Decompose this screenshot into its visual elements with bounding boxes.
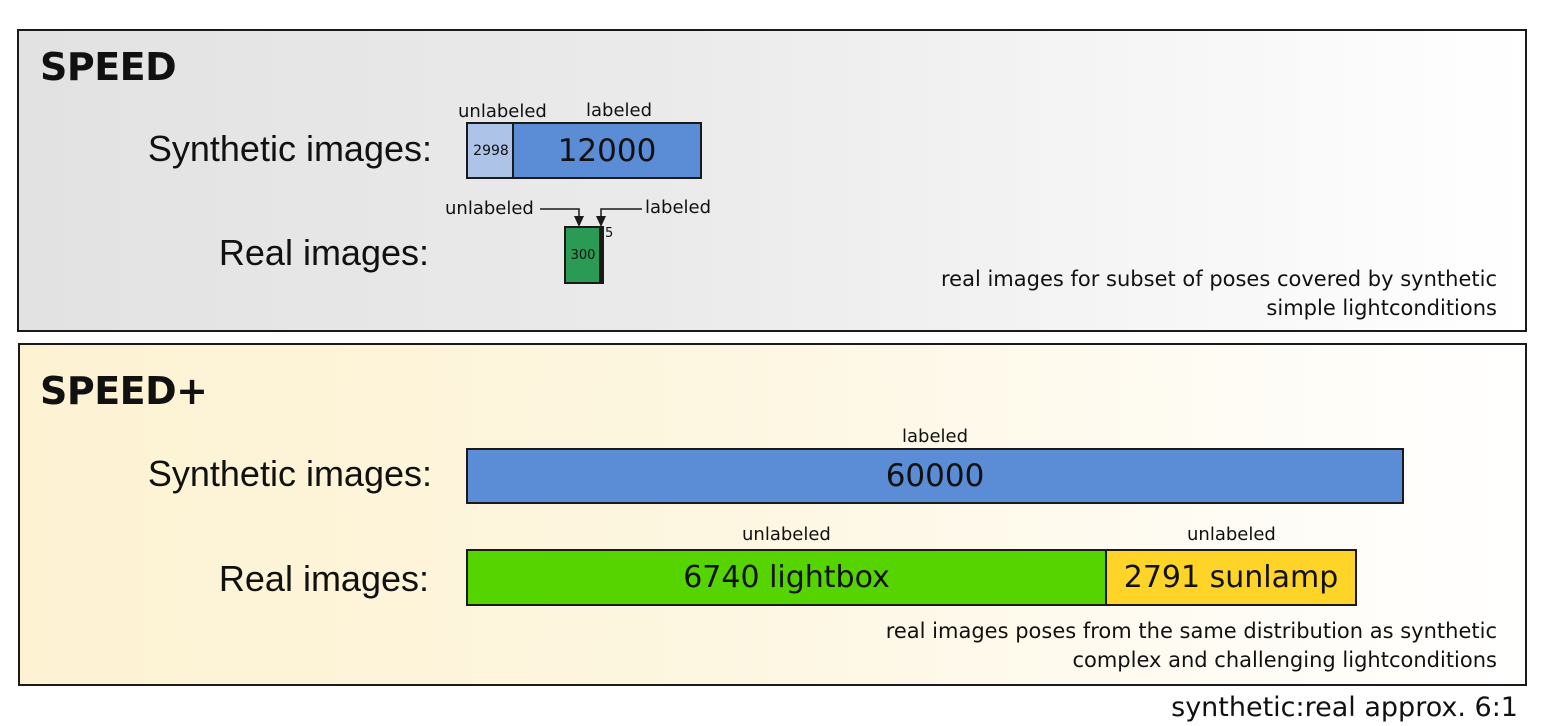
speedplus-real-label: Real images:	[218, 558, 429, 599]
speedplus-lightbox-bar: 6740 lightbox	[466, 549, 1107, 606]
speedplus-lightbox-value: 6740 lightbox	[683, 560, 890, 595]
speedplus-synthetic-value: 60000	[885, 458, 985, 494]
speedplus-title: SPEED+	[40, 369, 208, 413]
speed-real-labeled-value: 5	[605, 226, 614, 241]
speed-note: real images for subset of poses covered …	[941, 265, 1497, 323]
speed-real-labeled-bar	[599, 226, 604, 284]
speedplus-sunlamp-bar: 2791 sunlamp	[1105, 549, 1357, 606]
speedplus-lightbox-caption: unlabeled	[742, 524, 831, 545]
labeled-arrow	[600, 208, 642, 220]
speedplus-note: real images poses from the same distribu…	[886, 617, 1497, 675]
speedplus-synthetic-caption: labeled	[902, 426, 969, 447]
speedplus-synthetic-label: Synthetic images:	[147, 453, 432, 494]
speed-real-unlabeled-bar: 300	[564, 226, 602, 284]
speedplus-note-line1: real images poses from the same distribu…	[885, 619, 1497, 643]
speed-real-unlabeled-value: 300	[570, 247, 596, 263]
speedplus-sunlamp-value: 2791 sunlamp	[1123, 560, 1339, 595]
speedplus-note-line2: complex and challenging lightconditions	[1072, 648, 1497, 672]
speedplus-synthetic-bar: 60000	[466, 448, 1404, 504]
speedplus-sunlamp-caption: unlabeled	[1187, 524, 1276, 545]
speed-note-line1: real images for subset of poses covered …	[941, 267, 1497, 291]
unlabeled-arrow	[540, 208, 580, 220]
speed-note-line2: simple lightconditions	[1266, 296, 1497, 320]
ratio-footnote: synthetic:real approx. 6:1	[1171, 692, 1518, 723]
